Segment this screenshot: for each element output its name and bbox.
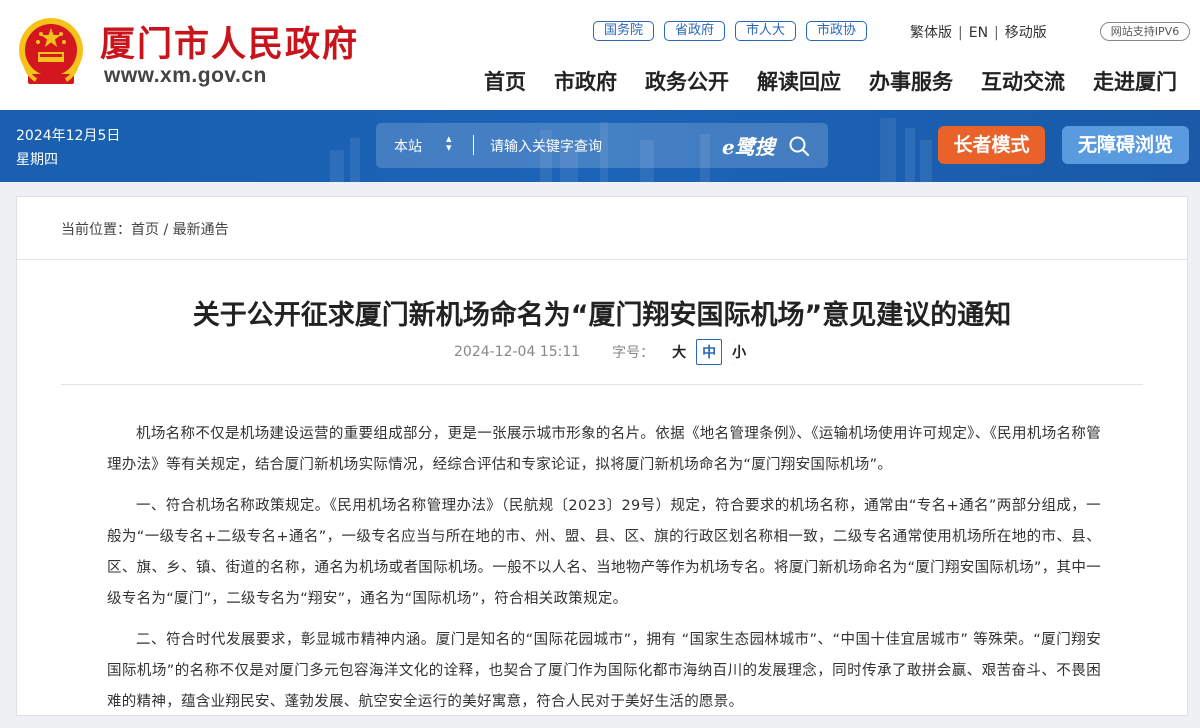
article-paragraph: 机场名称不仅是机场建设运营的重要组成部分，更是一张展示城市形象的名片。依据《地名… bbox=[107, 426, 1101, 473]
mobile-link[interactable]: 移动版 bbox=[1005, 25, 1047, 41]
gov-link-province[interactable]: 省政府 bbox=[664, 21, 726, 41]
article-paragraph: 一、符合机场名称政策规定。《民用机场名称管理办法》（民航规〔2023〕29号）规… bbox=[107, 498, 1101, 607]
font-size-small[interactable]: 小 bbox=[732, 342, 746, 362]
e-search-logo: e鹭搜 bbox=[722, 135, 775, 159]
national-emblem-icon[interactable] bbox=[16, 16, 86, 88]
nav-government-affairs[interactable]: 政务公开 bbox=[645, 66, 729, 96]
article-container: 当前位置：首页 / 最新通告 关于公开征求厦门新机场命名为“厦门翔安国际机场”意… bbox=[16, 196, 1188, 716]
nav-city-government[interactable]: 市政府 bbox=[554, 66, 617, 96]
nav-about-xiamen[interactable]: 走进厦门 bbox=[1093, 66, 1177, 96]
gov-links: 国务院 省政府 市人大 市政协 bbox=[593, 21, 868, 41]
date-text: 2024年12月5日 bbox=[16, 128, 121, 144]
site-url[interactable]: www.xm.gov.cn bbox=[104, 64, 267, 88]
font-size-medium[interactable]: 中 bbox=[696, 339, 723, 365]
article-title: 关于公开征求厦门新机场命名为“厦门翔安国际机场”意见建议的通知 bbox=[192, 300, 1012, 331]
article-paragraph: 二、符合时代发展要求，彰显城市精神内涵。厦门是知名的“国际花园城市”，拥有 “国… bbox=[107, 632, 1101, 710]
main-nav: 首页 市政府 政务公开 解读回应 办事服务 互动交流 走进厦门 bbox=[484, 66, 1177, 96]
breadcrumb-separator: / bbox=[163, 222, 169, 238]
weekday-text: 星期四 bbox=[16, 152, 58, 168]
search-divider bbox=[473, 135, 474, 155]
search-icon[interactable] bbox=[788, 135, 810, 157]
article-body: 机场名称不仅是机场建设运营的重要组成部分，更是一张展示城市形象的名片。依据《地名… bbox=[107, 419, 1101, 728]
breadcrumb: 当前位置：首页 / 最新通告 bbox=[61, 219, 229, 239]
elder-mode-button[interactable]: 长者模式 bbox=[938, 126, 1045, 164]
search-scope-select[interactable]: 本站 bbox=[394, 136, 422, 156]
font-size-label: 字号： bbox=[612, 345, 655, 361]
breadcrumb-home[interactable]: 首页 bbox=[131, 222, 159, 238]
gov-link-city-congress[interactable]: 市人大 bbox=[735, 21, 797, 41]
nav-interpretation[interactable]: 解读回应 bbox=[757, 66, 841, 96]
search-bar: 本站 ▴ ▾ 请输入关键字查询 e鹭搜 bbox=[376, 123, 828, 168]
site-name[interactable]: 厦门市人民政府 bbox=[100, 16, 359, 67]
breadcrumb-current[interactable]: 最新通告 bbox=[173, 222, 229, 238]
traditional-chinese-link[interactable]: 繁体版 bbox=[910, 25, 952, 41]
scope-toggle-icon[interactable]: ▴ ▾ bbox=[446, 133, 452, 153]
lang-links: 繁体版 | EN | 移动版 bbox=[910, 25, 1047, 41]
nav-home[interactable]: 首页 bbox=[484, 66, 526, 96]
gov-link-state-council[interactable]: 国务院 bbox=[593, 21, 655, 41]
gov-link-cppcc[interactable]: 市政协 bbox=[806, 21, 868, 41]
accessible-browse-button[interactable]: 无障碍浏览 bbox=[1062, 126, 1189, 164]
publish-datetime: 2024-12-04 15:11 bbox=[454, 344, 581, 360]
nav-services[interactable]: 办事服务 bbox=[869, 66, 953, 96]
ipv6-badge: 网站支持IPV6 bbox=[1100, 22, 1190, 41]
search-input[interactable]: 请输入关键字查询 bbox=[490, 136, 602, 156]
banner: 2024年12月5日 星期四 本站 ▴ ▾ 请输入关键字查询 e鹭搜 长者模式 无… bbox=[0, 110, 1200, 182]
breadcrumb-label: 当前位置： bbox=[61, 222, 131, 238]
title-divider bbox=[61, 384, 1143, 385]
font-size-large[interactable]: 大 bbox=[672, 342, 686, 362]
english-link[interactable]: EN bbox=[969, 25, 988, 41]
article-meta: 2024-12-04 15:11 字号： 大 中 小 bbox=[454, 339, 746, 365]
current-date: 2024年12月5日 星期四 bbox=[16, 124, 120, 172]
divider bbox=[17, 259, 1187, 260]
site-header: 厦门市人民政府 www.xm.gov.cn 国务院 省政府 市人大 市政协 繁体… bbox=[0, 0, 1200, 110]
nav-interaction[interactable]: 互动交流 bbox=[981, 66, 1065, 96]
